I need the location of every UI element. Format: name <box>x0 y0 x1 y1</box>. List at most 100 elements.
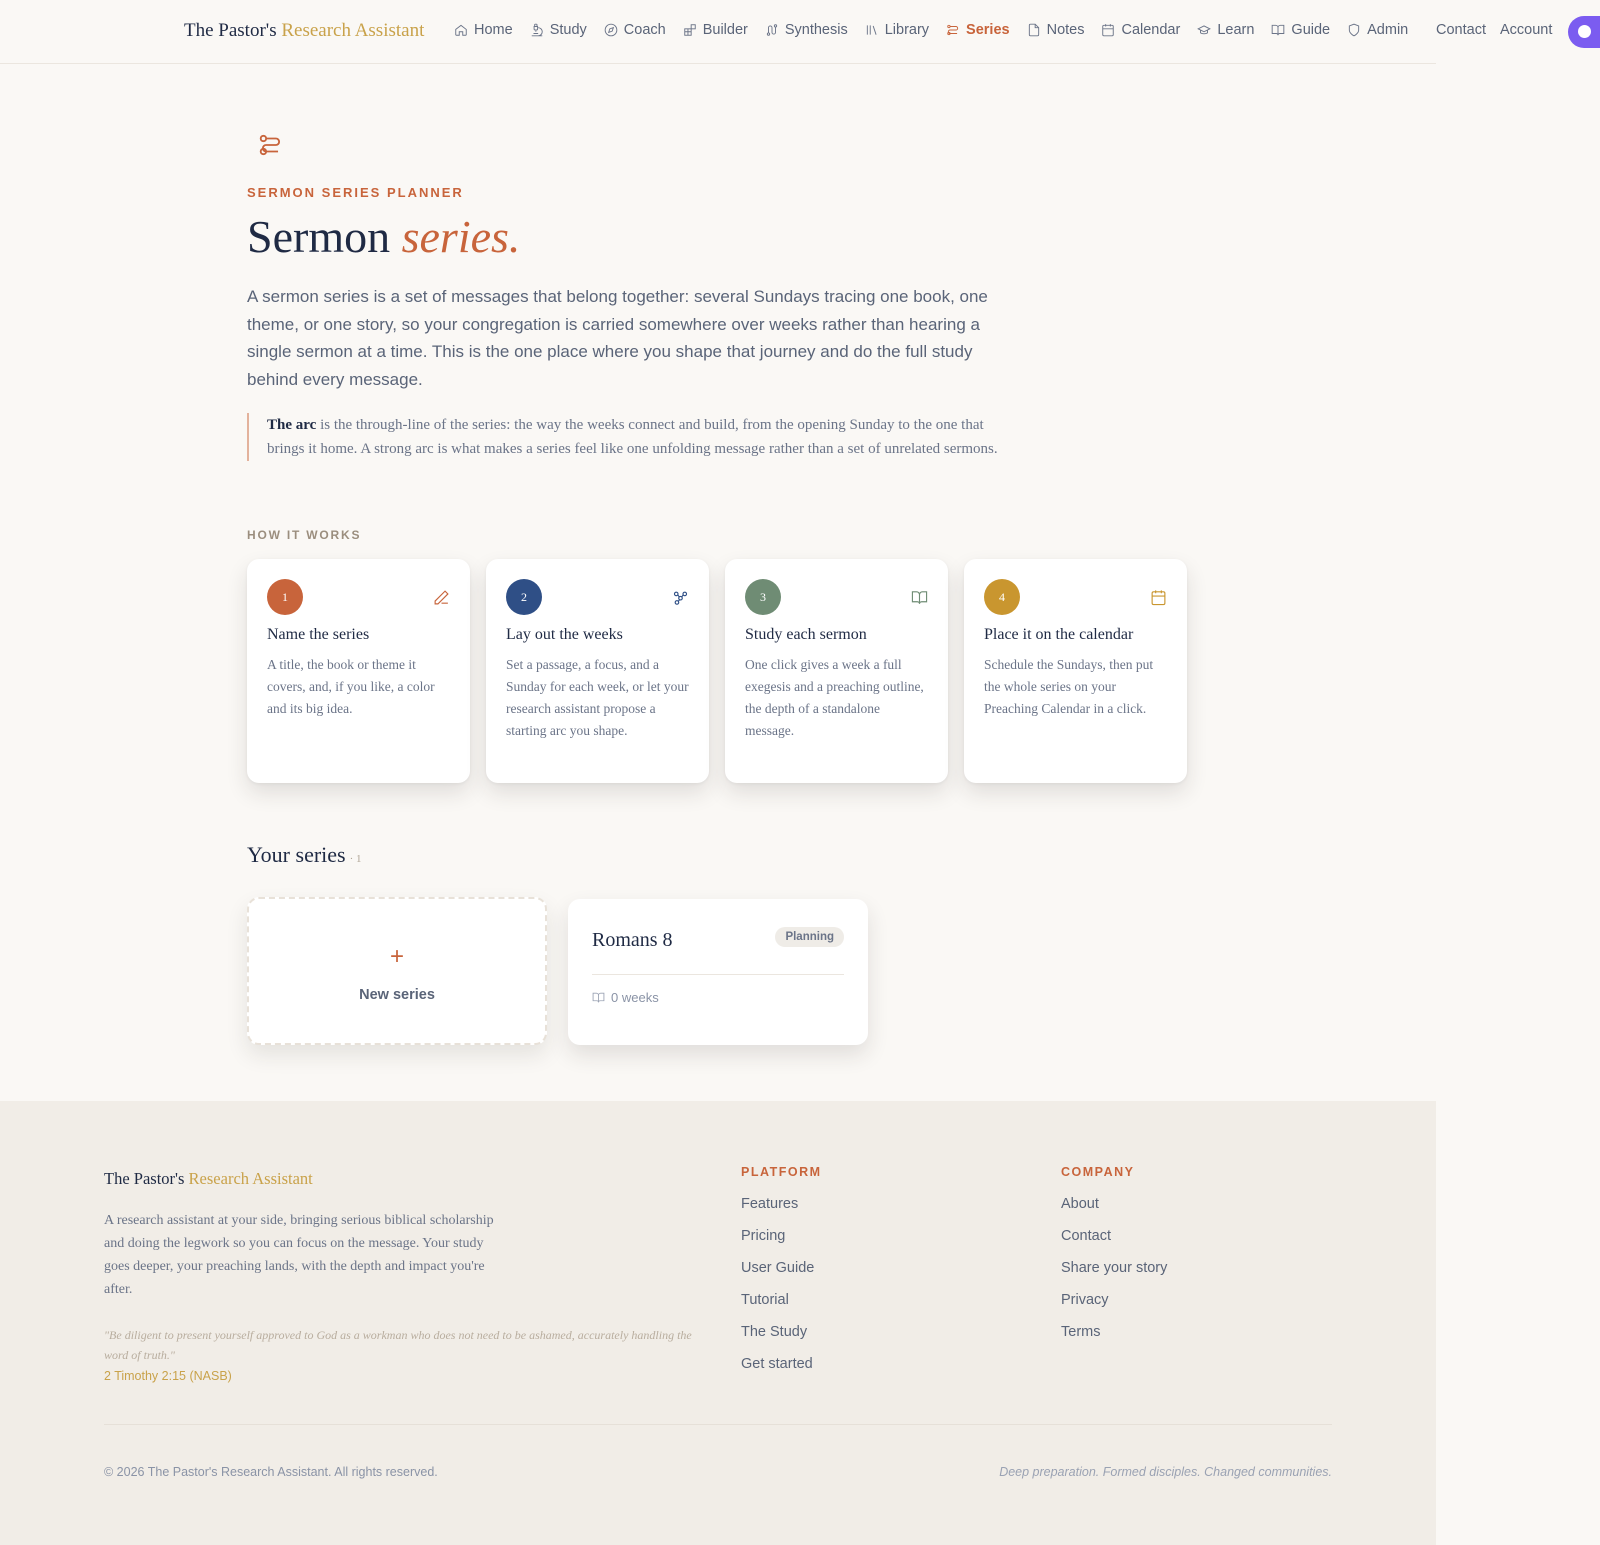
footer-link-pricing[interactable]: Pricing <box>741 1227 822 1246</box>
footer-platform-heading: PLATFORM <box>741 1165 822 1179</box>
nav-item-label: Notes <box>1046 22 1085 38</box>
divider <box>592 974 844 975</box>
nav-item-coach[interactable]: Coach <box>604 22 666 38</box>
footer-brand[interactable]: The Pastor's Research Assistant <box>104 1169 313 1189</box>
brand-accent: Research Assistant <box>281 20 425 41</box>
footer-company-column: COMPANY About Contact Share your story P… <box>1061 1165 1167 1355</box>
plus-icon: + <box>389 943 404 970</box>
nav-item-label: Library <box>884 22 930 38</box>
your-series-title: Your series <box>247 842 346 867</box>
footer: The Pastor's Research Assistant A resear… <box>0 1101 1436 1545</box>
footer-link-get-started[interactable]: Get started <box>741 1355 822 1374</box>
pencil-icon <box>433 589 450 606</box>
nav-item-label: Learn <box>1217 22 1255 38</box>
avatar[interactable] <box>1568 16 1600 48</box>
footer-link-tutorial[interactable]: Tutorial <box>741 1291 822 1310</box>
step-number: 3 <box>745 579 781 615</box>
microscope-icon <box>531 23 543 37</box>
series-card-romans-8[interactable]: Romans 8 Planning 0 weeks <box>568 899 868 1045</box>
page-eyebrow: SERMON SERIES PLANNER <box>247 185 464 200</box>
nav-item-label: Guide <box>1291 22 1331 38</box>
step-title: Name the series <box>267 626 370 643</box>
footer-link-contact[interactable]: Contact <box>1061 1227 1167 1246</box>
brand-logo[interactable]: The Pastor's Research Assistant <box>184 20 424 42</box>
nav-item-series[interactable]: Series <box>946 22 1010 38</box>
book-open-icon <box>911 589 928 606</box>
weeks-count: 0 weeks <box>611 990 659 1005</box>
title-main: Sermon <box>247 211 391 262</box>
home-icon <box>455 24 467 36</box>
footer-platform-column: PLATFORM Features Pricing User Guide Tut… <box>741 1165 822 1387</box>
blocks-icon <box>683 24 696 36</box>
nav-right-links: Contact Account <box>1436 22 1566 38</box>
nav-item-admin[interactable]: Admin <box>1347 22 1408 38</box>
series-icon <box>258 132 284 158</box>
top-nav: The Pastor's Research Assistant Home Stu… <box>0 0 1436 64</box>
footer-verse: "Be diligent to present yourself approve… <box>104 1328 692 1362</box>
how-it-works-label: HOW IT WORKS <box>247 528 362 542</box>
status-badge: Planning <box>775 927 844 947</box>
nav-item-label: Builder <box>702 22 748 38</box>
book-open-icon <box>592 992 605 1003</box>
nav-item-learn[interactable]: Learn <box>1197 22 1254 38</box>
footer-link-the-study[interactable]: The Study <box>741 1323 822 1342</box>
series-count: · 1 <box>349 853 362 865</box>
nav-item-synthesis[interactable]: Synthesis <box>765 22 848 38</box>
nav-item-calendar[interactable]: Calendar <box>1101 22 1180 38</box>
how-it-works-steps: 1 Name the series A title, the book or t… <box>247 559 1187 783</box>
workflow-icon <box>672 589 689 606</box>
footer-link-features[interactable]: Features <box>741 1195 822 1214</box>
route-icon <box>766 24 777 36</box>
brand-main: The Pastor's <box>184 20 277 41</box>
footer-divider <box>104 1424 1332 1425</box>
new-series-button[interactable]: + New series <box>247 897 547 1045</box>
arc-callout-text: is the through-line of the series: the w… <box>267 417 998 457</box>
step-text: A title, the book or theme it covers, an… <box>267 657 435 716</box>
right-strip: Contact Account <box>1436 0 1600 1545</box>
step-text: One click gives a week a full exegesis a… <box>745 657 924 738</box>
nav-item-home[interactable]: Home <box>454 22 513 38</box>
nav-item-label: Synthesis <box>784 22 848 38</box>
footer-tagline: Deep preparation. Formed disciples. Chan… <box>999 1465 1332 1479</box>
nav-item-builder[interactable]: Builder <box>683 22 748 38</box>
step-title: Place it on the calendar <box>984 626 1134 643</box>
graduation-cap-icon <box>1197 25 1212 35</box>
step-title: Lay out the weeks <box>506 626 623 643</box>
title-accent: series. <box>401 211 521 262</box>
footer-brand-accent: Research Assistant <box>188 1169 313 1188</box>
step-card-study-sermon: 3 Study each sermon One click gives a we… <box>725 559 948 783</box>
nav-menu: Home Study Coach Builder Synthesis Libra… <box>454 22 1425 38</box>
nav-item-label: Home <box>474 22 513 38</box>
footer-link-privacy[interactable]: Privacy <box>1061 1291 1167 1310</box>
series-icon <box>947 24 959 36</box>
file-icon <box>1028 23 1039 37</box>
footer-link-about[interactable]: About <box>1061 1195 1167 1214</box>
new-series-label: New series <box>359 987 435 1003</box>
step-text: Set a passage, a focus, and a Sunday for… <box>506 657 689 738</box>
nav-item-notes[interactable]: Notes <box>1027 22 1085 38</box>
nav-item-study[interactable]: Study <box>530 22 587 38</box>
nav-item-label: Calendar <box>1121 22 1181 38</box>
series-weeks: 0 weeks <box>592 990 659 1005</box>
account-link[interactable]: Account <box>1500 22 1552 38</box>
step-number: 4 <box>984 579 1020 615</box>
step-title: Study each sermon <box>745 626 867 643</box>
shield-icon <box>1348 23 1360 37</box>
footer-brand-main: The Pastor's <box>104 1169 185 1188</box>
step-text: Schedule the Sundays, then put the whole… <box>984 657 1154 716</box>
footer-link-share-story[interactable]: Share your story <box>1061 1259 1167 1278</box>
arc-callout: The arc is the through-line of the serie… <box>247 413 1007 461</box>
page-lead: A sermon series is a set of messages tha… <box>247 287 988 389</box>
footer-link-terms[interactable]: Terms <box>1061 1323 1167 1342</box>
footer-link-user-guide[interactable]: User Guide <box>741 1259 822 1278</box>
footer-verse-reference: 2 Timothy 2:15 (NASB) <box>104 1369 232 1383</box>
series-title: Romans 8 <box>592 929 673 951</box>
calendar-icon <box>1150 589 1167 606</box>
contact-link[interactable]: Contact <box>1436 22 1486 38</box>
nav-item-library[interactable]: Library <box>865 22 929 38</box>
nav-item-guide[interactable]: Guide <box>1271 22 1330 38</box>
step-card-calendar: 4 Place it on the calendar Schedule the … <box>964 559 1187 783</box>
footer-description: A research assistant at your side, bring… <box>104 1213 494 1297</box>
nav-item-label: Series <box>966 22 1010 38</box>
nav-item-label: Admin <box>1367 22 1409 38</box>
